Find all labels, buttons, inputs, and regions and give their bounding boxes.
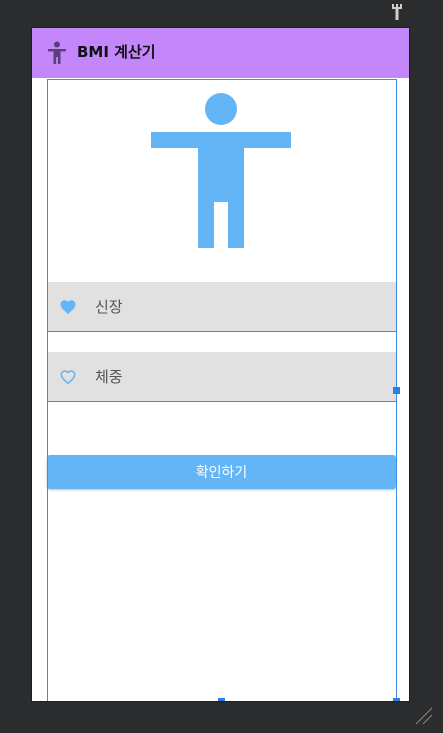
window-resize-grip-icon[interactable]	[412, 704, 434, 726]
weight-hint: 체중	[95, 368, 123, 386]
heart-outline-icon	[60, 370, 76, 385]
height-field[interactable]: 신장	[47, 282, 396, 332]
confirm-button[interactable]: 확인하기	[47, 455, 396, 489]
app-bar: BMI 계산기	[32, 28, 409, 78]
resize-handle-bottom[interactable]	[218, 698, 225, 701]
height-hint: 신장	[95, 298, 123, 316]
accessibility-icon	[48, 41, 66, 64]
wrench-icon[interactable]	[390, 3, 404, 21]
weight-field[interactable]: 체중	[47, 352, 396, 402]
accessibility-figure-icon	[151, 93, 291, 248]
app-title: BMI 계산기	[77, 43, 156, 61]
resize-handle-corner[interactable]	[393, 698, 400, 701]
heart-filled-icon	[60, 300, 76, 315]
device-frame: BMI 계산기 신장 체중 확인하기	[31, 27, 410, 702]
